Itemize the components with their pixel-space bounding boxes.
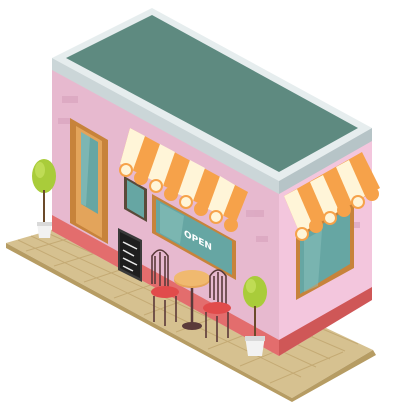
shop-illustration: OPEN bbox=[0, 0, 412, 402]
door bbox=[70, 118, 108, 244]
chair-seat bbox=[151, 286, 179, 298]
chair-seat bbox=[203, 302, 231, 314]
storefront-scene: OPEN bbox=[6, 8, 380, 402]
